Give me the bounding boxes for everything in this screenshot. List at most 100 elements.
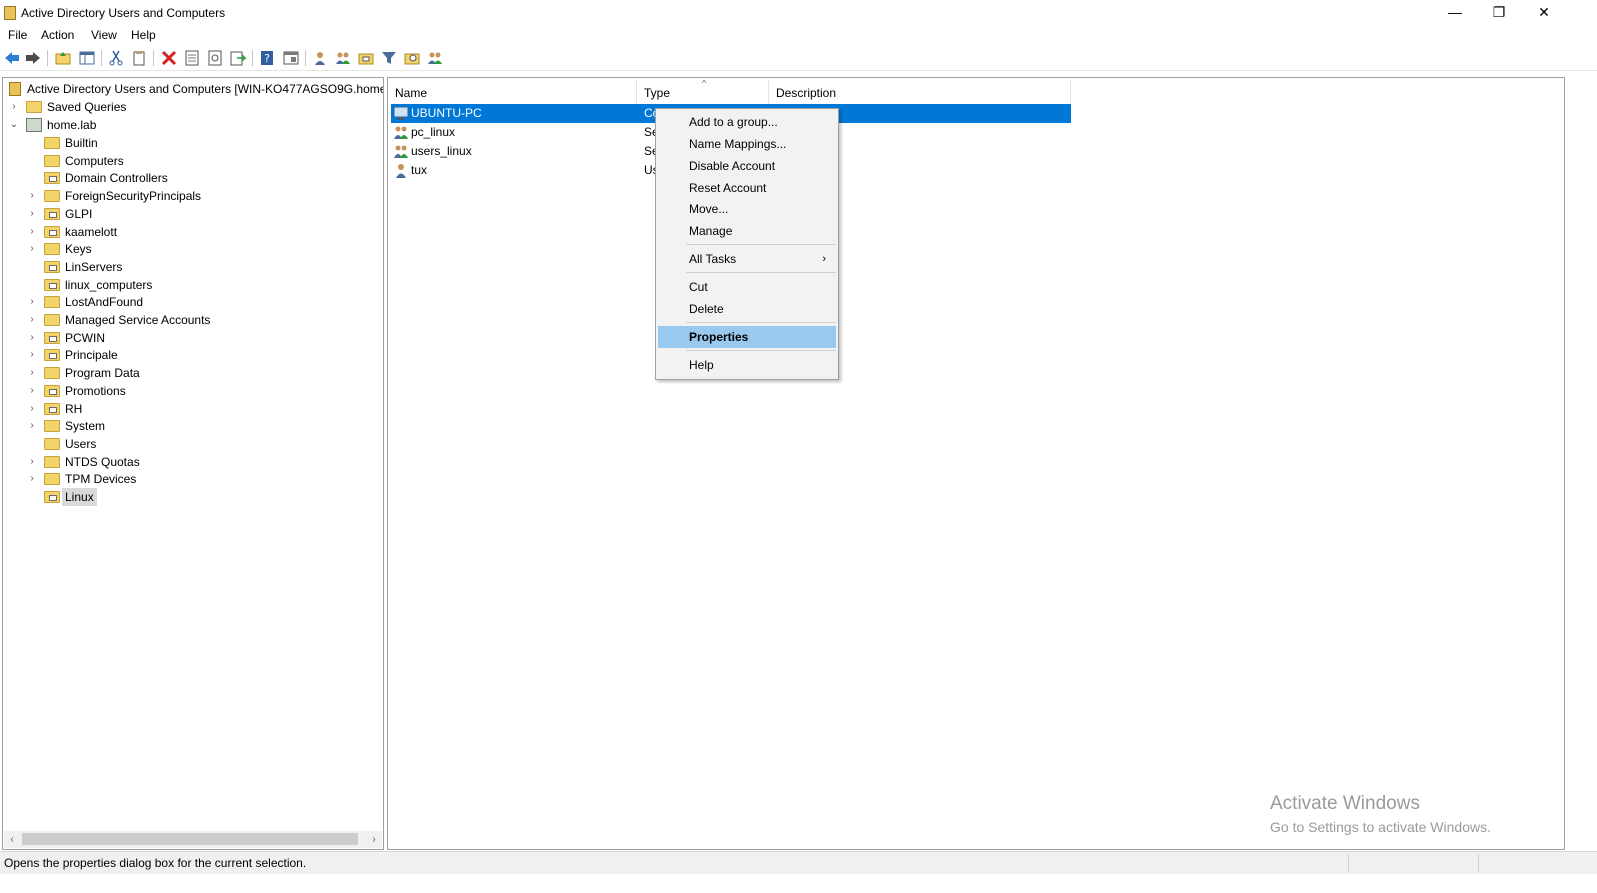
expand-chevron-icon[interactable]: ›: [27, 453, 37, 471]
close-button[interactable]: ✕: [1521, 0, 1567, 26]
filter-icon[interactable]: [380, 49, 398, 67]
row-name: users_linux: [411, 144, 472, 158]
folder-icon: [44, 296, 60, 308]
menu-item-help[interactable]: Help: [658, 354, 836, 376]
tree-node[interactable]: › GLPI: [27, 205, 367, 223]
new-ou-icon[interactable]: [357, 49, 375, 67]
expand-chevron-icon[interactable]: [27, 169, 37, 187]
expand-chevron-icon[interactable]: [27, 276, 37, 294]
delete-icon[interactable]: [160, 49, 178, 67]
menu-item-move[interactable]: Move...: [658, 198, 836, 220]
expand-chevron-icon[interactable]: ›: [27, 346, 37, 364]
scroll-right-icon[interactable]: ›: [366, 831, 382, 848]
tree-node[interactable]: linux_computers: [27, 276, 367, 294]
expand-chevron-icon[interactable]: [27, 152, 37, 170]
expand-chevron-icon[interactable]: [27, 134, 37, 152]
console-tree-pane[interactable]: Active Directory Users and Computers [WI…: [2, 77, 384, 850]
scrollbar-thumb[interactable]: [22, 833, 358, 845]
menu-file[interactable]: File: [6, 28, 29, 42]
forward-arrow-icon[interactable]: [24, 49, 42, 67]
copy-icon[interactable]: [130, 49, 148, 67]
tree-node[interactable]: Users: [27, 435, 367, 453]
column-header-description[interactable]: Description: [769, 79, 1071, 104]
menu-item-add-to-group[interactable]: Add to a group...: [658, 111, 836, 133]
menu-view[interactable]: View: [89, 28, 119, 42]
expand-chevron-icon[interactable]: ›: [27, 329, 37, 347]
menu-item-all-tasks[interactable]: All Tasks ›: [658, 248, 836, 270]
status-divider: [1478, 854, 1479, 872]
expand-chevron-icon[interactable]: ›: [27, 187, 37, 205]
tree-node[interactable]: › Managed Service Accounts: [27, 311, 367, 329]
menu-item-cut[interactable]: Cut: [658, 276, 836, 298]
add-to-group-icon[interactable]: [426, 49, 444, 67]
show-hide-tree-icon[interactable]: [78, 49, 96, 67]
menu-item-manage[interactable]: Manage: [658, 220, 836, 242]
refresh-icon[interactable]: [206, 49, 224, 67]
new-user-icon[interactable]: [311, 49, 329, 67]
tree-node-domain[interactable]: ⌄ home.lab: [9, 116, 369, 134]
tree-node[interactable]: Computers: [27, 152, 367, 170]
tree-node[interactable]: › ForeignSecurityPrincipals: [27, 187, 367, 205]
tree-horizontal-scrollbar[interactable]: ‹ ›: [4, 831, 382, 848]
expand-chevron-icon[interactable]: ›: [27, 205, 37, 223]
menu-help[interactable]: Help: [129, 28, 158, 42]
expand-chevron-icon[interactable]: ›: [27, 311, 37, 329]
tree-node[interactable]: Domain Controllers: [27, 169, 367, 187]
tree-node[interactable]: › PCWIN: [27, 329, 367, 347]
tree-root[interactable]: Active Directory Users and Computers [WI…: [7, 80, 383, 98]
scroll-left-icon[interactable]: ‹: [4, 831, 20, 848]
tree-node[interactable]: LinServers: [27, 258, 367, 276]
properties-icon[interactable]: [183, 49, 201, 67]
tree-node[interactable]: › Keys: [27, 240, 367, 258]
cut-icon[interactable]: [107, 49, 125, 67]
tree-node-saved-queries[interactable]: › Saved Queries: [9, 98, 369, 116]
tree-node[interactable]: Linux: [27, 488, 367, 506]
details-pane[interactable]: Name Type ^ Description UBUNTU-PC Co pc_li…: [387, 77, 1565, 850]
expand-chevron-icon[interactable]: ›: [9, 98, 19, 116]
tree-node[interactable]: Builtin: [27, 134, 367, 152]
expand-chevron-icon[interactable]: ›: [27, 364, 37, 382]
tree-node-label: TPM Devices: [65, 472, 137, 486]
expand-chevron-icon[interactable]: ›: [27, 400, 37, 418]
tree-node-label: Computers: [65, 154, 124, 168]
back-arrow-icon[interactable]: [3, 49, 21, 67]
tree-node[interactable]: › kaamelott: [27, 223, 367, 241]
tree-node[interactable]: › Program Data: [27, 364, 367, 382]
list-row[interactable]: tux Us: [391, 161, 691, 180]
collapse-chevron-icon[interactable]: ⌄: [9, 116, 19, 134]
tree-node[interactable]: › NTDS Quotas: [27, 453, 367, 471]
tree-node[interactable]: › System: [27, 417, 367, 435]
menu-item-disable-account[interactable]: Disable Account: [658, 155, 836, 177]
column-header-name[interactable]: Name: [388, 79, 637, 104]
menu-action[interactable]: Action: [39, 28, 76, 42]
export-list-icon[interactable]: [229, 49, 247, 67]
expand-chevron-icon[interactable]: [27, 488, 37, 506]
tree-node[interactable]: › Principale: [27, 346, 367, 364]
expand-chevron-icon[interactable]: ›: [27, 223, 37, 241]
restore-button[interactable]: ❐: [1476, 0, 1522, 26]
menu-item-name-mappings[interactable]: Name Mappings...: [658, 133, 836, 155]
list-row[interactable]: users_linux Se: [391, 142, 691, 161]
help-icon[interactable]: ?: [258, 49, 276, 67]
tree-node[interactable]: › Promotions: [27, 382, 367, 400]
expand-chevron-icon[interactable]: ›: [27, 382, 37, 400]
console-tree-icon[interactable]: [282, 49, 300, 67]
tree-node[interactable]: › RH: [27, 400, 367, 418]
find-icon[interactable]: [403, 49, 421, 67]
tree-node[interactable]: › TPM Devices: [27, 470, 367, 488]
up-folder-icon[interactable]: [54, 49, 72, 67]
expand-chevron-icon[interactable]: ›: [27, 293, 37, 311]
menu-item-delete[interactable]: Delete: [658, 298, 836, 320]
sort-ascending-icon: ^: [702, 78, 707, 88]
expand-chevron-icon[interactable]: [27, 258, 37, 276]
tree-node[interactable]: › LostAndFound: [27, 293, 367, 311]
expand-chevron-icon[interactable]: ›: [27, 240, 37, 258]
expand-chevron-icon[interactable]: [27, 435, 37, 453]
expand-chevron-icon[interactable]: ›: [27, 470, 37, 488]
menu-item-properties[interactable]: Properties: [658, 326, 836, 348]
minimize-button[interactable]: —: [1432, 0, 1478, 26]
expand-chevron-icon[interactable]: ›: [27, 417, 37, 435]
list-row[interactable]: pc_linux Se: [391, 123, 691, 142]
menu-item-reset-account[interactable]: Reset Account: [658, 177, 836, 199]
new-group-icon[interactable]: [334, 49, 352, 67]
